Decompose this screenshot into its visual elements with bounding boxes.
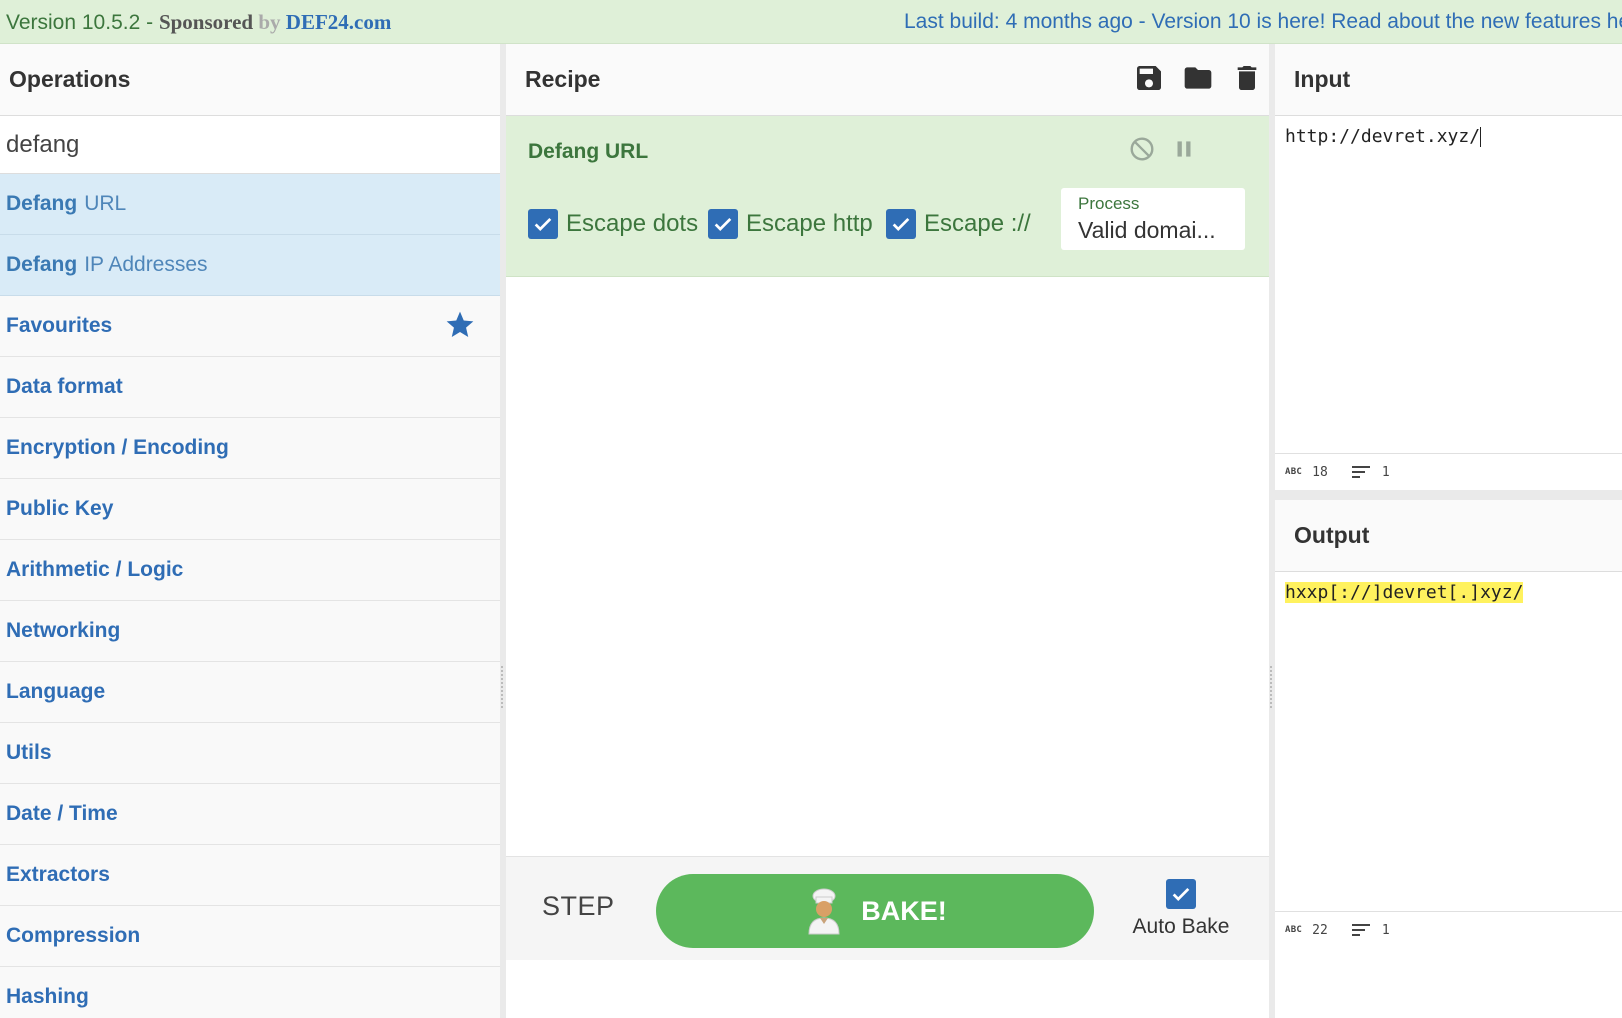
line-count-icon [1351,466,1370,478]
category-item[interactable]: Hashing [0,967,500,1018]
recipe-controls: STEP BAKE! Auto Bake [506,856,1269,960]
category-label: Favourites [6,314,113,337]
sponsored-text: Sponsored [158,10,254,34]
input-char-count: 18 [1312,464,1328,480]
bake-button[interactable]: BAKE! [656,874,1094,948]
escape-http-checkbox[interactable]: Escape http [708,209,873,239]
output-line-count: 1 [1381,922,1390,938]
category-item[interactable]: Date / Time [0,784,500,845]
by-text: by [253,10,286,34]
star-icon [446,311,474,337]
banner-version: Version 10.5.2 - Sponsored by DEF24.com [6,10,391,35]
category-label: Networking [6,619,121,642]
escape-http-label: Escape http [746,210,873,237]
banner-news-link[interactable]: Last build: 4 months ago - Version 10 is… [904,10,1622,34]
output-status-bar: ABC 22 1 [1275,912,1622,948]
process-value: Valid domai... [1078,217,1216,243]
category-item[interactable]: Utils [0,723,500,784]
category-label: Arithmetic / Logic [6,558,184,581]
input-text: http://devret.xyz/ [1285,126,1481,147]
process-select[interactable]: Process Valid domai... [1061,188,1245,250]
category-item[interactable]: Arithmetic / Logic [0,540,500,601]
category-item[interactable]: Language [0,662,500,723]
checkbox-checked-icon [886,209,916,239]
version-text: Version 10.5.2 - [6,11,159,34]
category-item[interactable]: Extractors [0,845,500,906]
output-char-count: 22 [1312,922,1328,938]
input-title: Input [1275,44,1622,116]
char-count-icon: ABC [1285,925,1303,935]
text-cursor [1480,127,1482,147]
checkbox-checked-icon [528,209,558,239]
top-banner: Version 10.5.2 - Sponsored by DEF24.com … [0,0,1622,44]
search-result-match: Defang [6,253,78,276]
input-status-bar: ABC 18 1 [1275,454,1622,490]
recipe-operation-defang-url[interactable]: Defang URL Escape dots Escape http Escap… [506,116,1269,277]
escape-dots-label: Escape dots [566,210,699,237]
output-textarea[interactable]: hxxp[://]devret[.]xyz/ [1275,572,1622,912]
escape-slashes-label: Escape :// [924,210,1031,237]
recipe-header: Recipe [506,44,1269,116]
line-count-icon [1351,924,1370,936]
category-item[interactable]: Favourites [0,296,500,357]
category-label: Public Key [6,497,114,520]
recipe-pane: Recipe Defang URL Escape dots Escape htt… [506,44,1269,1018]
category-item[interactable]: Data format [0,357,500,418]
operations-pane: Operations defang Defang URL Defang IP Addr… [0,44,500,1018]
category-label: Hashing [6,985,89,1008]
category-label: Date / Time [6,802,118,825]
output-title: Output [1275,500,1622,572]
search-result-item[interactable]: Defang URL [0,174,500,235]
search-result-item[interactable]: Defang IP Addresses [0,235,500,296]
category-label: Language [6,680,106,703]
io-pane: Input http://devret.xyz/ ABC 18 1 Output… [1275,44,1622,1018]
category-label: Data format [6,375,123,398]
search-result-rest: URL [84,192,127,215]
sponsor-link[interactable]: Sponsored by DEF24.com [159,10,391,34]
operations-search-input[interactable]: defang [0,116,500,174]
input-line-count: 1 [1381,464,1390,480]
trash-icon[interactable] [1231,62,1263,94]
breakpoint-pause-icon[interactable] [1171,136,1197,162]
escape-dots-checkbox[interactable]: Escape dots [528,209,698,239]
category-item[interactable]: Public Key [0,479,500,540]
search-result-rest: IP Addresses [84,253,208,276]
recipe-title: Recipe [525,66,601,92]
auto-bake-checkbox[interactable]: Auto Bake [1116,879,1246,939]
sponsor-brand: DEF24.com [285,10,392,34]
save-icon[interactable] [1133,62,1165,94]
category-label: Utils [6,741,52,764]
search-result-match: Defang [6,192,78,215]
input-textarea[interactable]: http://devret.xyz/ [1275,116,1622,454]
step-button[interactable]: STEP [542,891,615,922]
category-label: Extractors [6,863,110,886]
bake-label: BAKE! [861,895,947,926]
category-item[interactable]: Compression [0,906,500,967]
category-item[interactable]: Networking [0,601,500,662]
category-item[interactable]: Encryption / Encoding [0,418,500,479]
operations-title: Operations [0,44,500,116]
disable-icon[interactable] [1129,136,1155,162]
category-label: Encryption / Encoding [6,436,229,459]
auto-bake-label: Auto Bake [1132,915,1230,938]
output-text: hxxp[://]devret[.]xyz/ [1285,582,1524,603]
recipe-operation-name: Defang URL [528,140,649,163]
checkbox-checked-icon [1166,879,1196,909]
category-label: Compression [6,924,141,947]
chef-icon [808,888,840,935]
escape-slashes-checkbox[interactable]: Escape :// [886,209,1031,239]
checkbox-checked-icon [708,209,738,239]
char-count-icon: ABC [1285,467,1303,477]
process-label: Process [1078,194,1140,213]
folder-icon[interactable] [1182,62,1214,94]
io-splitter[interactable] [1275,490,1622,500]
